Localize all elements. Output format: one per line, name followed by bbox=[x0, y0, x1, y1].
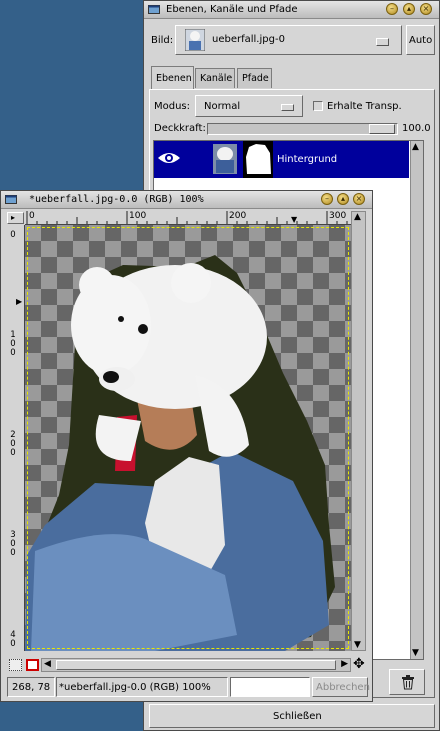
progress-bar bbox=[230, 677, 310, 697]
vertical-scrollbar[interactable]: ▲ ▼ bbox=[351, 211, 366, 651]
image-selector[interactable]: ueberfall.jpg-0 bbox=[175, 25, 402, 55]
auto-button-label: Auto bbox=[409, 35, 433, 46]
close-button-label: Schließen bbox=[273, 711, 322, 722]
layer-mask-icon bbox=[243, 141, 273, 178]
ruler-label: 200 bbox=[10, 430, 16, 458]
option-menu-indicator-icon bbox=[376, 38, 389, 46]
scroll-up-icon[interactable]: ▲ bbox=[354, 212, 361, 222]
navigate-icon[interactable]: ✥ bbox=[353, 657, 365, 671]
opacity-value[interactable]: 100.0 bbox=[402, 123, 431, 134]
horizontal-ruler[interactable]: 0 100 200 300 ▼ bbox=[25, 211, 351, 225]
horizontal-scrollbar[interactable]: ◀ ▶ bbox=[41, 658, 351, 672]
delete-layer-button[interactable] bbox=[389, 669, 425, 695]
image-canvas[interactable] bbox=[25, 225, 351, 651]
image-window: *ueberfall.jpg-0.0 (RGB) 100% – ▴ × ▸ 0 … bbox=[0, 190, 373, 702]
ruler-label: 100 bbox=[10, 330, 16, 358]
menu-arrow-icon: ▸ bbox=[11, 213, 16, 222]
maximize-icon[interactable]: ▴ bbox=[403, 3, 415, 15]
cancel-button-label: Abbrechen bbox=[316, 682, 370, 693]
tab-ebenen[interactable]: Ebenen bbox=[151, 66, 194, 89]
ruler-label-text: 0 bbox=[10, 230, 16, 240]
ruler-label: 40 bbox=[10, 630, 16, 649]
ruler-label: 300 bbox=[329, 211, 347, 221]
status-text: *ueberfall.jpg-0.0 (RGB) 100% bbox=[56, 677, 228, 697]
ruler-pointer-icon: ▶ bbox=[16, 297, 23, 306]
scroll-down-icon[interactable]: ▼ bbox=[354, 640, 361, 650]
image-label: Bild: bbox=[151, 35, 174, 46]
scroll-down-icon[interactable]: ▼ bbox=[412, 648, 419, 658]
image-menu-button[interactable]: ▸ bbox=[7, 212, 24, 224]
ruler-pointer-icon: ▼ bbox=[291, 215, 298, 224]
ruler-ticks bbox=[26, 211, 348, 224]
minimize-icon[interactable]: – bbox=[321, 193, 333, 205]
scroll-left-icon[interactable]: ◀ bbox=[44, 659, 51, 669]
layer-row[interactable]: Hintergrund bbox=[154, 141, 409, 178]
image-thumbnail-icon bbox=[185, 29, 205, 51]
tab-kanaele-label: Kanäle bbox=[200, 73, 233, 84]
status-value: *ueberfall.jpg-0.0 (RGB) 100% bbox=[59, 682, 211, 693]
image-window-titlebar[interactable]: *ueberfall.jpg-0.0 (RGB) 100% – ▴ × bbox=[1, 191, 372, 209]
trash-icon bbox=[402, 675, 414, 690]
ruler-label: 0 bbox=[9, 231, 17, 240]
mode-select[interactable]: Normal bbox=[195, 95, 303, 117]
quick-mask-on-icon[interactable] bbox=[26, 659, 39, 671]
window-menu-icon[interactable] bbox=[148, 4, 160, 15]
opacity-slider[interactable] bbox=[207, 123, 398, 135]
ruler-label: 100 bbox=[129, 211, 147, 221]
coords-display: 268, 78 bbox=[7, 677, 55, 697]
ruler-label: 200 bbox=[229, 211, 247, 221]
opacity-label: Deckkraft: bbox=[154, 123, 206, 134]
close-icon[interactable]: × bbox=[420, 3, 432, 15]
layers-dialog-titlebar[interactable]: Ebenen, Kanäle und Pfade – ▴ × bbox=[144, 1, 439, 19]
layer-name: Hintergrund bbox=[277, 154, 338, 165]
window-menu-icon[interactable] bbox=[5, 194, 17, 205]
scroll-right-icon[interactable]: ▶ bbox=[341, 659, 348, 669]
minimize-icon[interactable]: – bbox=[386, 3, 398, 15]
selection-border bbox=[27, 227, 349, 649]
image-selector-value: ueberfall.jpg-0 bbox=[212, 34, 285, 45]
mode-label: Modus: bbox=[154, 101, 191, 112]
scroll-up-icon[interactable]: ▲ bbox=[412, 142, 419, 152]
close-icon[interactable]: × bbox=[353, 193, 365, 205]
keep-transparency-checkbox[interactable] bbox=[313, 101, 323, 111]
close-button[interactable]: Schließen bbox=[149, 704, 435, 728]
layers-dialog-title: Ebenen, Kanäle und Pfade bbox=[166, 4, 298, 15]
cancel-button[interactable]: Abbrechen bbox=[312, 677, 370, 697]
tabs: Ebenen Kanäle Pfade bbox=[151, 66, 431, 90]
keep-transparency-label: Erhalte Transp. bbox=[327, 101, 402, 112]
auto-button[interactable]: Auto bbox=[406, 25, 435, 55]
scroll-thumb[interactable] bbox=[56, 660, 336, 670]
quick-mask-off-icon[interactable] bbox=[9, 659, 22, 671]
ruler-label: 0 bbox=[29, 211, 35, 221]
vertical-ruler[interactable]: 0 100 200 300 40 ▶ bbox=[7, 225, 25, 651]
eye-icon[interactable] bbox=[157, 151, 181, 165]
layer-list-scrollbar[interactable]: ▲ ▼ bbox=[410, 141, 423, 659]
mode-select-value: Normal bbox=[204, 101, 241, 112]
tab-kanaele[interactable]: Kanäle bbox=[195, 68, 235, 88]
mode-select-indicator-icon bbox=[281, 104, 294, 111]
coords-value: 268, 78 bbox=[12, 682, 51, 693]
opacity-slider-handle[interactable] bbox=[369, 124, 395, 134]
maximize-icon[interactable]: ▴ bbox=[337, 193, 349, 205]
layer-thumbnail-icon bbox=[213, 144, 237, 174]
ruler-label: 300 bbox=[10, 530, 16, 558]
tab-ebenen-label: Ebenen bbox=[156, 73, 192, 84]
image-window-title: *ueberfall.jpg-0.0 (RGB) 100% bbox=[29, 194, 204, 205]
tab-pfade[interactable]: Pfade bbox=[237, 68, 272, 88]
tab-pfade-label: Pfade bbox=[242, 73, 269, 84]
